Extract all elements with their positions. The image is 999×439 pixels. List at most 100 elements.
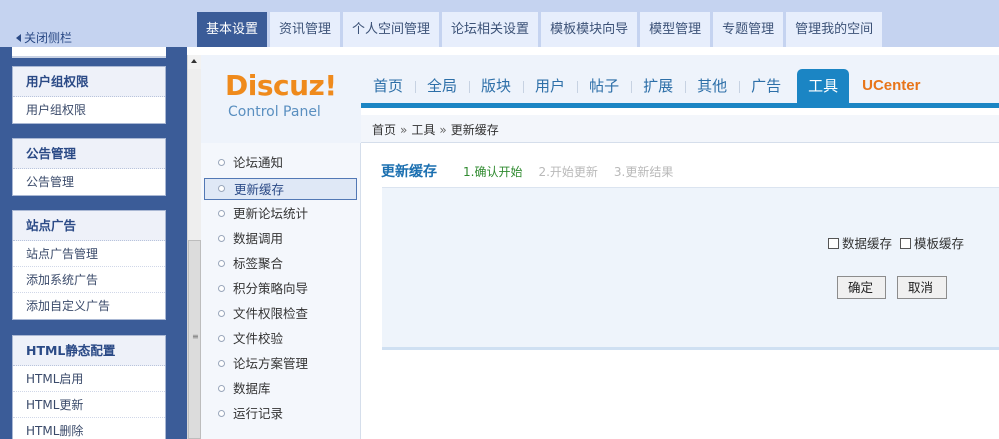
logo-subtitle: Control Panel — [228, 104, 321, 120]
top-tab-models[interactable]: 模型管理 — [640, 12, 711, 47]
tools-submenu: 论坛通知 更新缓存 更新论坛统计 数据调用 标签聚合 积分策略向导 文件权限检查… — [201, 143, 361, 439]
submenu-item-update-stats[interactable]: 更新论坛统计 — [204, 203, 357, 225]
bullet-icon — [218, 410, 225, 417]
close-sidebar-link[interactable]: 关闭侧栏 — [16, 29, 72, 46]
submenu-item-label: 文件权限检查 — [233, 306, 309, 321]
top-tabs: 基本设置 资讯管理 个人空间管理 论坛相关设置 模板模块向导 模型管理 专题管理… — [197, 12, 885, 47]
arrow-left-icon — [16, 34, 21, 42]
submenu-item-label: 数据调用 — [233, 231, 284, 246]
cache-options: 数据缓存 模板缓存 — [828, 233, 968, 252]
bullet-icon — [218, 310, 225, 317]
top-tab-forum-settings[interactable]: 论坛相关设置 — [442, 12, 539, 47]
sidebar-item-ad-manage[interactable]: 站点广告管理 — [13, 241, 165, 267]
bullet-icon — [218, 159, 225, 166]
nav-posts[interactable]: 帖子 — [577, 69, 631, 103]
breadcrumb-separator: » — [400, 123, 408, 137]
bullet-icon — [218, 285, 225, 292]
top-tab-personal-space[interactable]: 个人空间管理 — [343, 12, 440, 47]
submenu-item-label: 论坛通知 — [233, 155, 284, 170]
top-tab-topics[interactable]: 专题管理 — [713, 12, 784, 47]
sidebar-group-ads: 站点广告 站点广告管理 添加系统广告 添加自定义广告 — [12, 210, 166, 320]
breadcrumb-home[interactable]: 首页 — [372, 123, 396, 137]
sidebar-item-html-delete[interactable]: HTML删除 — [13, 418, 165, 439]
step-confirm: 1.确认开始 — [463, 165, 523, 179]
submenu-item-database[interactable]: 数据库 — [204, 378, 357, 400]
sidebar-group-cutoff — [12, 47, 166, 58]
nav-users[interactable]: 用户 — [523, 69, 577, 103]
nav-forums[interactable]: 版块 — [469, 69, 523, 103]
submenu-item-update-cache[interactable]: 更新缓存 — [204, 178, 357, 200]
data-cache-checkbox[interactable] — [828, 238, 839, 249]
bullet-icon — [218, 210, 225, 217]
template-cache-label: 模板缓存 — [914, 236, 965, 251]
nav-extensions[interactable]: 扩展 — [631, 69, 685, 103]
submenu-item-label: 更新缓存 — [234, 182, 285, 197]
nav-global[interactable]: 全局 — [415, 69, 469, 103]
sidebar-group-title[interactable]: 公告管理 — [13, 139, 165, 169]
bullet-icon — [218, 235, 225, 242]
submenu-item-label: 标签聚合 — [233, 256, 284, 271]
sidebar-group-usergroup: 用户组权限 用户组权限 — [12, 66, 166, 124]
bullet-icon — [218, 260, 225, 267]
nav-ucenter[interactable]: UCenter — [852, 69, 932, 103]
arrow-up-icon — [191, 59, 197, 63]
left-sidebar: 用户组权限 用户组权限 公告管理 公告管理 站点广告 站点广告管理 添加系统广告… — [0, 47, 187, 439]
page-title: 更新缓存 — [381, 164, 437, 180]
top-tab-basic-settings[interactable]: 基本设置 — [197, 12, 268, 47]
confirm-button[interactable]: 确定 — [837, 276, 886, 299]
submenu-item-file-check[interactable]: 文件校验 — [204, 328, 357, 350]
step-indicator: 1.确认开始 2.开始更新 3.更新结果 — [463, 163, 689, 180]
submenu-item-forum-notice[interactable]: 论坛通知 — [204, 152, 357, 174]
submenu-item-file-permission[interactable]: 文件权限检查 — [204, 303, 357, 325]
submenu-item-tag-aggregate[interactable]: 标签聚合 — [204, 253, 357, 275]
discuz-logo[interactable]: Discuz! — [225, 69, 337, 102]
nav-home[interactable]: 首页 — [361, 69, 415, 103]
nav-ads[interactable]: 广告 — [739, 69, 793, 103]
template-cache-checkbox[interactable] — [900, 238, 911, 249]
submenu-item-run-log[interactable]: 运行记录 — [204, 403, 357, 425]
submenu-item-label: 论坛方案管理 — [233, 356, 309, 371]
sidebar-group-announcements: 公告管理 公告管理 — [12, 138, 166, 196]
bullet-icon — [218, 385, 225, 392]
submenu-item-forum-plan[interactable]: 论坛方案管理 — [204, 353, 357, 375]
sidebar-item-add-custom-ad[interactable]: 添加自定义广告 — [13, 293, 165, 319]
main-nav: 首页 全局 版块 用户 帖子 扩展 其他 广告 工具 UCenter — [361, 55, 999, 108]
breadcrumb-bar: 首页» 工具» 更新缓存 — [361, 115, 999, 143]
nav-tools[interactable]: 工具 — [797, 69, 850, 103]
data-cache-label: 数据缓存 — [842, 236, 893, 251]
grip-icon: ≡ — [192, 332, 199, 341]
bullet-icon — [218, 360, 225, 367]
breadcrumb: 首页» 工具» 更新缓存 — [372, 121, 499, 138]
submenu-item-label: 数据库 — [233, 381, 271, 396]
step-updating: 2.开始更新 — [538, 165, 598, 179]
scroll-up-button[interactable] — [188, 55, 201, 69]
sidebar-item-html-enable[interactable]: HTML启用 — [13, 366, 165, 392]
sidebar-item-add-system-ad[interactable]: 添加系统广告 — [13, 267, 165, 293]
sidebar-group-title[interactable]: 用户组权限 — [13, 67, 165, 97]
main-content: 更新缓存 1.确认开始 2.开始更新 3.更新结果 数据缓存 模板缓存 确定 取… — [362, 143, 999, 439]
cancel-button[interactable]: 取消 — [897, 276, 947, 299]
submenu-item-data-call[interactable]: 数据调用 — [204, 228, 357, 250]
submenu-item-label: 积分策略向导 — [233, 281, 309, 296]
cache-options-panel: 数据缓存 模板缓存 确定 取消 — [382, 187, 999, 350]
top-tab-my-space[interactable]: 管理我的空间 — [786, 12, 883, 47]
submenu-item-credit-wizard[interactable]: 积分策略向导 — [204, 278, 357, 300]
template-cache-option[interactable]: 模板缓存 — [900, 236, 964, 251]
scroll-thumb[interactable]: ≡ — [188, 240, 201, 439]
nav-other[interactable]: 其他 — [685, 69, 739, 103]
sidebar-scrollbar[interactable]: ≡ — [187, 55, 201, 439]
top-tab-news[interactable]: 资讯管理 — [270, 12, 341, 47]
top-bar: 关闭侧栏 基本设置 资讯管理 个人空间管理 论坛相关设置 模板模块向导 模型管理… — [0, 0, 999, 47]
submenu-item-label: 文件校验 — [233, 331, 284, 346]
sidebar-item-usergroup[interactable]: 用户组权限 — [13, 97, 165, 123]
submenu-item-label: 运行记录 — [233, 406, 284, 421]
bullet-icon — [218, 185, 225, 192]
data-cache-option[interactable]: 数据缓存 — [828, 236, 892, 251]
breadcrumb-tools[interactable]: 工具 — [411, 123, 435, 137]
top-tab-template-wizard[interactable]: 模板模块向导 — [541, 12, 638, 47]
sidebar-item-html-update[interactable]: HTML更新 — [13, 392, 165, 418]
sidebar-group-title[interactable]: HTML静态配置 — [13, 336, 165, 366]
sidebar-group-title[interactable]: 站点广告 — [13, 211, 165, 241]
bullet-icon — [218, 335, 225, 342]
sidebar-item-announcements[interactable]: 公告管理 — [13, 169, 165, 195]
